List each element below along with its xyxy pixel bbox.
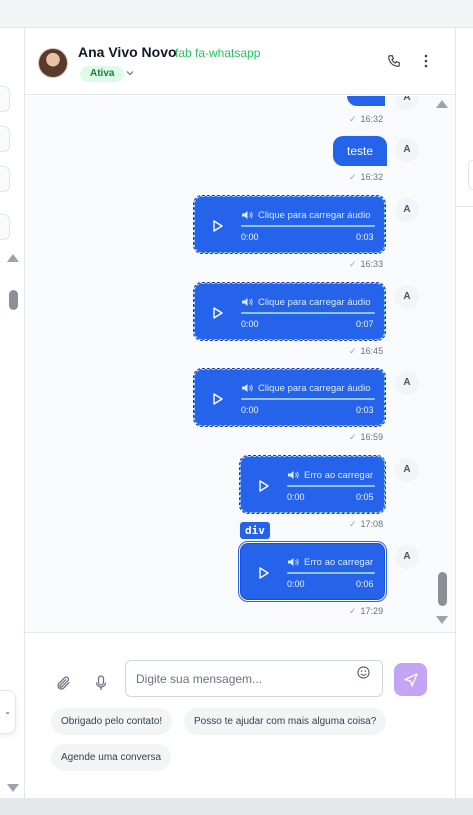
message-input[interactable] bbox=[125, 660, 383, 697]
scroll-up-arrow-icon[interactable] bbox=[436, 100, 448, 108]
conversation-list-panel bbox=[0, 28, 25, 798]
chat-scrollbar[interactable] bbox=[435, 100, 449, 628]
audio-status-label[interactable]: Erro ao carregar bbox=[304, 470, 373, 481]
status-badge[interactable]: Ativa bbox=[80, 66, 125, 82]
audio-current-time: 0:00 bbox=[241, 232, 259, 242]
floating-left-tab[interactable]: - bbox=[0, 690, 16, 734]
audio-status-label[interactable]: Clique para carregar áudio bbox=[258, 383, 370, 394]
audio-progress-track[interactable] bbox=[241, 398, 375, 400]
audio-status-label[interactable]: Clique para carregar áudio bbox=[258, 210, 370, 221]
agent-avatar: A bbox=[395, 458, 419, 482]
play-icon[interactable] bbox=[259, 567, 269, 579]
quick-reply-chip[interactable]: Posso te ajudar com mais alguma coisa? bbox=[184, 708, 387, 735]
scroll-down-arrow-icon[interactable] bbox=[7, 784, 19, 792]
audio-current-time: 0:00 bbox=[241, 319, 259, 329]
speaker-icon bbox=[242, 211, 253, 219]
scroll-down-arrow-icon[interactable] bbox=[436, 616, 448, 624]
list-stub[interactable] bbox=[0, 86, 10, 112]
message-list[interactable]: A ✓ 16:32 teste A ✓ 16:32 Clique para carr… bbox=[25, 96, 455, 632]
speaker-icon bbox=[288, 471, 299, 479]
quick-reply-chip[interactable]: Agende uma conversa bbox=[51, 744, 172, 771]
speaker-icon bbox=[242, 384, 253, 392]
audio-current-time: 0:00 bbox=[241, 405, 259, 415]
quick-reply-chip[interactable]: Obrigado pelo contato! bbox=[51, 708, 173, 735]
more-vertical-icon[interactable] bbox=[421, 54, 431, 68]
message-bubble-partial bbox=[347, 96, 385, 106]
audio-progress-track[interactable] bbox=[241, 312, 375, 314]
audio-message[interactable]: Clique para carregar áudio 0:00 0:03 bbox=[193, 368, 386, 427]
details-divider bbox=[456, 206, 473, 207]
audio-status-label[interactable]: Clique para carregar áudio bbox=[258, 297, 370, 308]
audio-current-time: 0:00 bbox=[287, 579, 305, 589]
message-time: ✓ 17:29 bbox=[349, 606, 384, 616]
microphone-icon[interactable] bbox=[95, 675, 107, 691]
contact-channel: fab fa-whatsapp bbox=[175, 46, 261, 60]
message-time: ✓ 16:33 bbox=[349, 259, 384, 269]
audio-duration: 0:03 bbox=[356, 405, 374, 415]
chat-header: Ana Vivo Novo fab fa-whatsapp Ativa bbox=[25, 28, 455, 95]
contact-avatar[interactable] bbox=[38, 48, 68, 78]
chevron-down-icon[interactable] bbox=[125, 68, 135, 78]
speaker-icon bbox=[288, 558, 299, 566]
phone-icon[interactable] bbox=[387, 54, 401, 68]
message-time: ✓ 16:32 bbox=[349, 114, 384, 124]
send-button[interactable] bbox=[394, 663, 427, 696]
inspector-tag: div bbox=[240, 522, 270, 539]
audio-duration: 0:06 bbox=[356, 579, 374, 589]
message-time: ✓ 17:08 bbox=[349, 519, 384, 529]
play-icon[interactable] bbox=[259, 480, 269, 492]
emoji-icon[interactable] bbox=[357, 666, 370, 679]
audio-current-time: 0:00 bbox=[287, 492, 305, 502]
audio-message-selected[interactable]: Erro ao carregar 0:00 0:06 bbox=[238, 541, 387, 602]
play-icon[interactable] bbox=[213, 307, 223, 319]
audio-progress-track[interactable] bbox=[241, 225, 375, 227]
audio-duration: 0:05 bbox=[356, 492, 374, 502]
agent-avatar: A bbox=[395, 198, 419, 222]
audio-progress-track[interactable] bbox=[287, 572, 375, 574]
contact-name: Ana Vivo Novo bbox=[78, 44, 177, 60]
agent-avatar: A bbox=[395, 96, 419, 110]
audio-duration: 0:03 bbox=[356, 232, 374, 242]
scroll-thumb[interactable] bbox=[438, 572, 447, 606]
list-stub[interactable] bbox=[0, 214, 10, 240]
play-icon[interactable] bbox=[213, 220, 223, 232]
details-stub[interactable] bbox=[468, 160, 473, 190]
audio-message[interactable]: Clique para carregar áudio 0:00 0:07 bbox=[193, 282, 386, 341]
scroll-up-arrow-icon[interactable] bbox=[7, 254, 19, 262]
agent-avatar: A bbox=[395, 371, 419, 395]
agent-avatar: A bbox=[395, 545, 419, 569]
audio-message[interactable]: Clique para carregar áudio 0:00 0:03 bbox=[193, 195, 386, 254]
audio-progress-track[interactable] bbox=[287, 485, 375, 487]
message-time: ✓ 16:59 bbox=[349, 432, 384, 442]
message-time: ✓ 16:45 bbox=[349, 346, 384, 356]
message-bubble: teste bbox=[333, 136, 388, 166]
message-composer: Obrigado pelo contato! Posso te ajudar c… bbox=[25, 632, 455, 798]
message-time: ✓ 16:32 bbox=[349, 172, 384, 182]
send-icon bbox=[403, 672, 418, 687]
browser-top-bar bbox=[0, 0, 473, 28]
chat-panel: Ana Vivo Novo fab fa-whatsapp Ativa A ✓ 1… bbox=[25, 28, 455, 798]
agent-avatar: A bbox=[395, 285, 419, 309]
taskbar bbox=[0, 798, 473, 815]
speaker-icon bbox=[242, 298, 253, 306]
audio-message[interactable]: Erro ao carregar 0:00 0:05 bbox=[239, 455, 386, 514]
list-stub[interactable] bbox=[0, 126, 10, 152]
agent-avatar: A bbox=[395, 138, 419, 162]
play-icon[interactable] bbox=[213, 393, 223, 405]
audio-status-label[interactable]: Erro ao carregar bbox=[304, 557, 373, 568]
scroll-thumb[interactable] bbox=[9, 290, 18, 310]
audio-duration: 0:07 bbox=[356, 319, 374, 329]
list-stub[interactable] bbox=[0, 166, 10, 192]
details-panel bbox=[455, 28, 473, 798]
paperclip-icon[interactable] bbox=[55, 675, 71, 691]
